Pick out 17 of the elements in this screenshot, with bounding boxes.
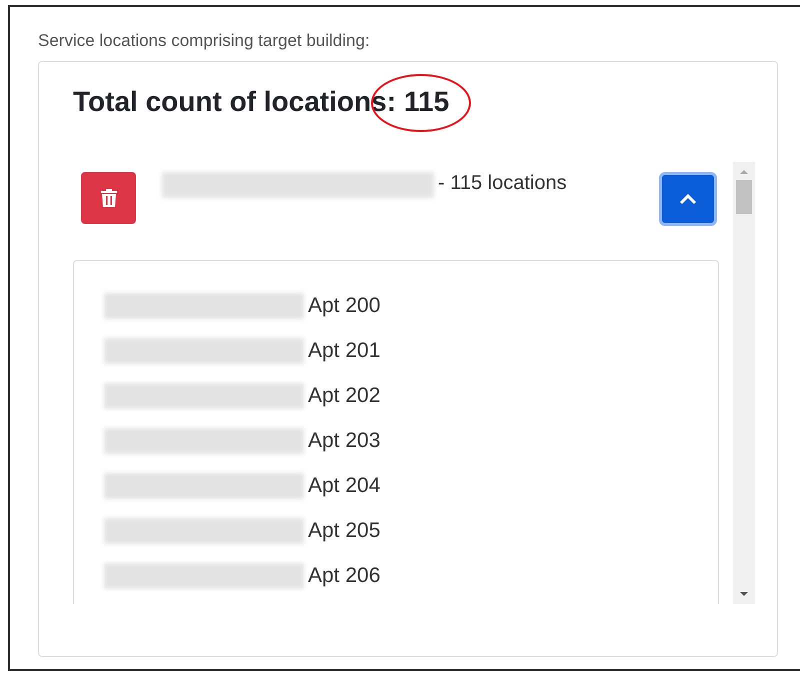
- location-item: Apt 201: [308, 338, 380, 362]
- collapse-button[interactable]: [659, 172, 718, 226]
- scroll-down-icon[interactable]: [739, 590, 750, 598]
- delete-button[interactable]: [81, 172, 136, 224]
- location-item: Apt 200: [308, 294, 380, 318]
- location-item: Apt 205: [308, 518, 380, 542]
- location-item: Apt 204: [308, 474, 380, 498]
- location-item: Apt 206: [308, 564, 380, 588]
- total-count-value: 115: [404, 86, 450, 118]
- scroll-thumb[interactable]: [736, 180, 752, 214]
- location-count: - 115 locations: [438, 172, 567, 195]
- section-label: Service locations comprising target building:: [38, 31, 370, 51]
- trash-icon: [100, 188, 118, 208]
- location-item: Apt 203: [308, 428, 380, 452]
- chevron-up-icon: [679, 193, 698, 205]
- location-item: Apt 202: [308, 384, 380, 408]
- scrollbar[interactable]: [733, 162, 755, 604]
